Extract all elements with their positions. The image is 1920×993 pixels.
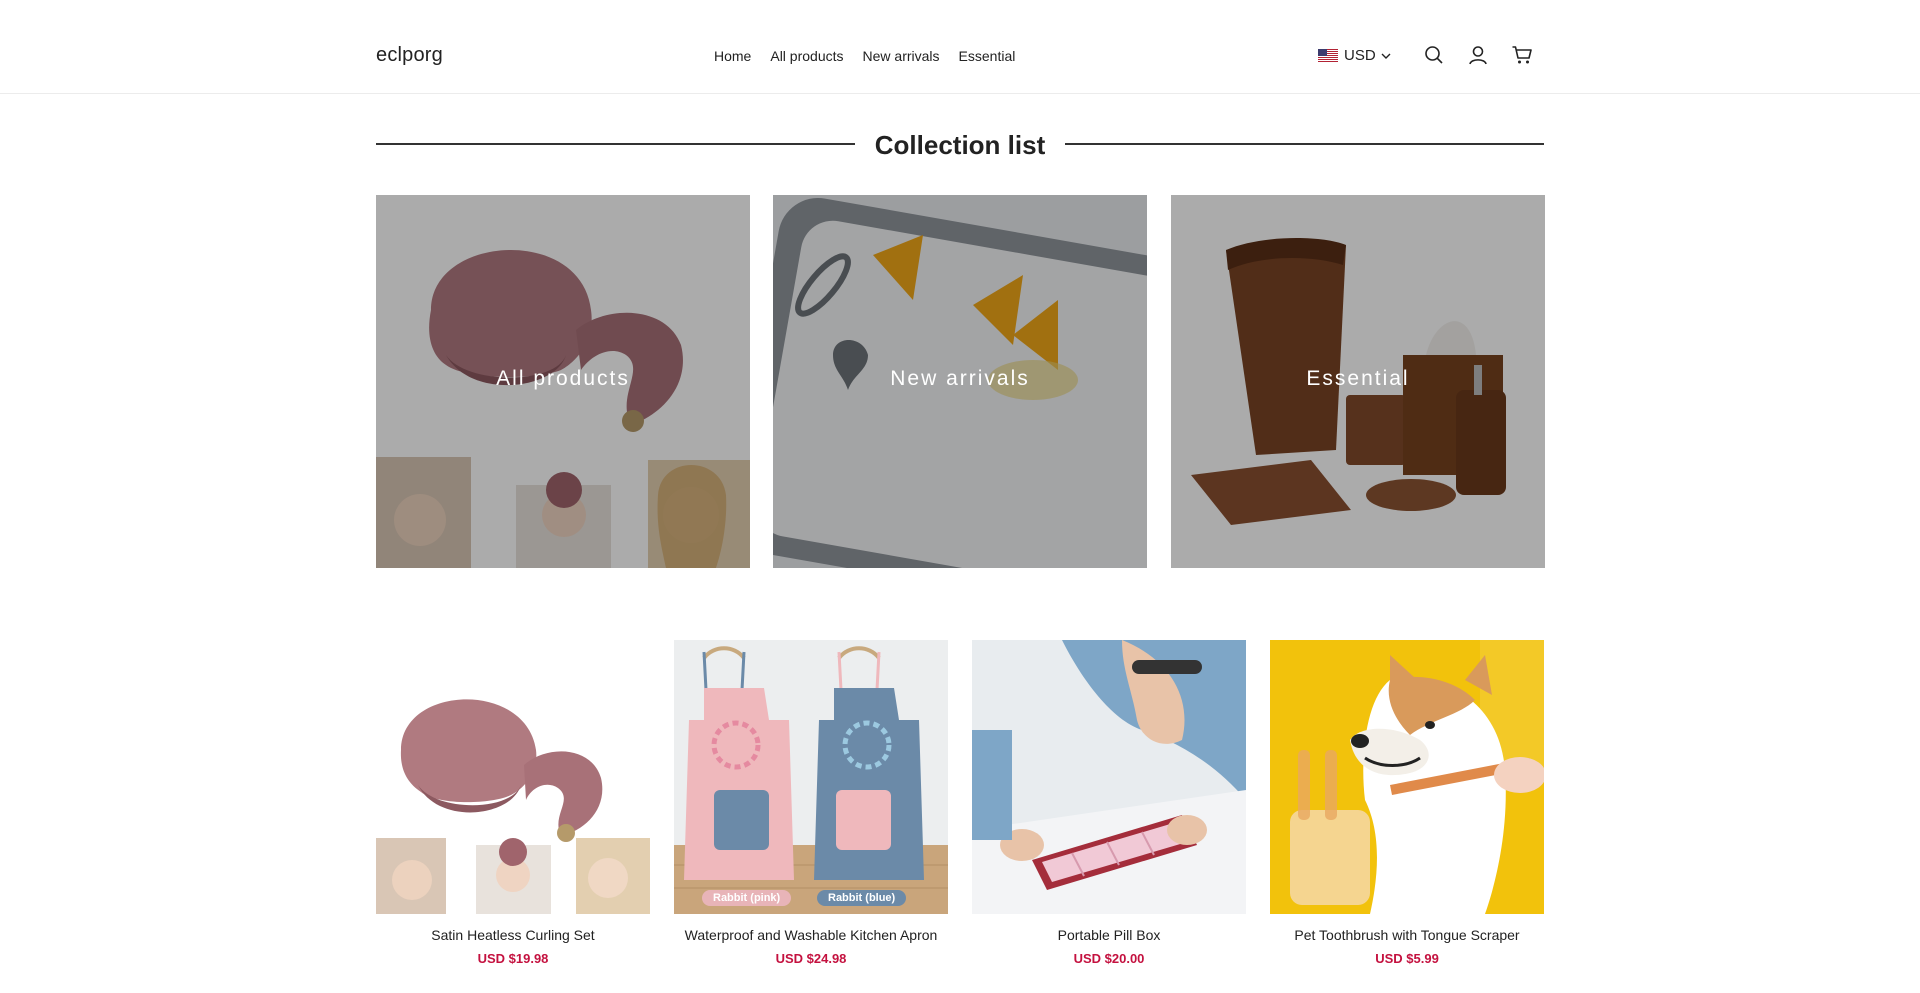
product-price: USD $19.98	[477, 951, 549, 966]
variant-tag-blue: Rabbit (blue)	[817, 890, 907, 906]
collection-label: Essential	[1306, 367, 1410, 390]
collection-label: New arrivals	[890, 367, 1030, 390]
product-price: USD $24.98	[775, 951, 847, 966]
nav-new-arrivals[interactable]: New arrivals	[863, 48, 940, 64]
collection-label: All products	[496, 367, 630, 390]
product-title[interactable]: Waterproof and Washable Kitchen Apron	[674, 925, 948, 945]
product-image[interactable]: Rabbit (pink) Rabbit (blue)	[674, 640, 948, 914]
nav-all-products[interactable]: All products	[770, 48, 843, 64]
site-logo[interactable]: eclporg	[376, 44, 443, 67]
nav-essential[interactable]: Essential	[959, 48, 1016, 64]
collection-card-essential[interactable]: Essential	[1171, 195, 1545, 568]
product-card-satin-curling-set[interactable]: Satin Heatless Curling Set USD $19.98	[376, 640, 650, 966]
product-card-kitchen-apron[interactable]: Rabbit (pink) Rabbit (blue) Waterproof a…	[674, 640, 948, 966]
collection-heading: Collection list	[376, 126, 1544, 162]
collection-card-all-products[interactable]: All products	[376, 195, 750, 568]
search-icon[interactable]	[1423, 44, 1445, 66]
nav-home[interactable]: Home	[714, 48, 751, 64]
main-nav: Home All products New arrivals Essential	[714, 48, 1015, 64]
product-card-pet-toothbrush[interactable]: Pet Toothbrush with Tongue Scraper USD $…	[1270, 640, 1544, 966]
cart-icon[interactable]	[1511, 44, 1533, 66]
product-price: USD $20.00	[1073, 951, 1145, 966]
collection-card-new-arrivals[interactable]: New arrivals	[773, 195, 1147, 568]
site-header: eclporg Home All products New arrivals E…	[0, 0, 1920, 94]
variant-tag-pink: Rabbit (pink)	[702, 890, 792, 906]
account-icon[interactable]	[1467, 44, 1489, 66]
product-title[interactable]: Satin Heatless Curling Set	[376, 925, 650, 945]
product-title[interactable]: Portable Pill Box	[972, 925, 1246, 945]
product-image[interactable]	[376, 640, 650, 914]
product-card-pill-box[interactable]: Portable Pill Box USD $20.00	[972, 640, 1246, 966]
chevron-down-icon	[1381, 53, 1391, 59]
flag-us-icon	[1318, 49, 1338, 62]
product-image[interactable]	[972, 640, 1246, 914]
currency-selector[interactable]: USD	[1318, 47, 1392, 64]
product-price: USD $5.99	[1375, 951, 1439, 966]
currency-label: USD	[1344, 47, 1376, 64]
product-image[interactable]	[1270, 640, 1544, 914]
collection-title: Collection list	[854, 130, 1066, 160]
product-title[interactable]: Pet Toothbrush with Tongue Scraper	[1270, 925, 1544, 945]
